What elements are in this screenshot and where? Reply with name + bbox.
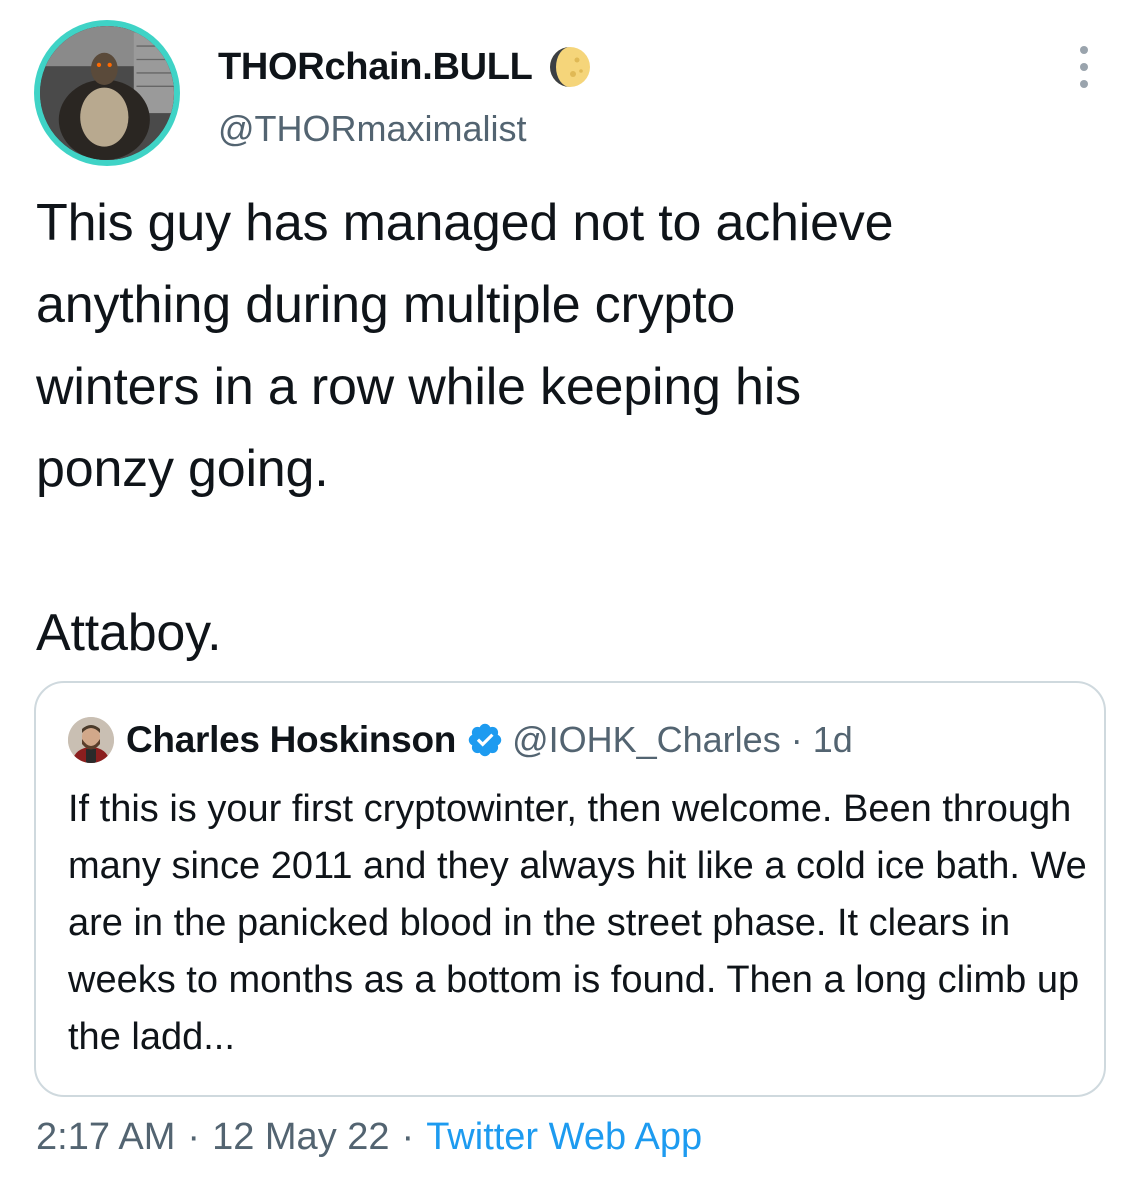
- quoted-author-handle: @IOHK_Charles: [512, 719, 781, 760]
- quoted-tweet-card[interactable]: Charles Hoskinson @IOHK_Charles · 1d If …: [34, 681, 1106, 1097]
- author-name-row: THORchain.BULL: [218, 44, 593, 90]
- author-avatar[interactable]: [34, 20, 180, 166]
- quoted-author-avatar: [68, 717, 114, 763]
- author-display-name[interactable]: THORchain.BULL: [218, 46, 533, 89]
- tweet-text: This guy has managed not to achieve anyt…: [36, 194, 894, 662]
- crescent-moon-icon: [547, 44, 593, 90]
- quoted-tweet-header: Charles Hoskinson @IOHK_Charles · 1d: [68, 717, 853, 763]
- avatar-image: [40, 26, 174, 160]
- tweet-metadata: 2:17 AM · 12 May 22 · Twitter Web App: [36, 1116, 702, 1159]
- quoted-timestamp: 1d: [812, 719, 853, 760]
- quoted-separator: ·: [790, 719, 803, 760]
- meta-separator-2: ·: [401, 1116, 415, 1158]
- meta-separator: ·: [187, 1116, 201, 1158]
- quoted-tweet-text: If this is your first cryptowinter, then…: [68, 788, 1087, 1058]
- tweet-date[interactable]: 12 May 22: [212, 1116, 389, 1159]
- tweet-source-link[interactable]: Twitter Web App: [426, 1116, 702, 1159]
- verified-badge-icon: [466, 721, 504, 759]
- tweet-time[interactable]: 2:17 AM: [36, 1116, 175, 1159]
- author-handle[interactable]: @THORmaximalist: [218, 108, 527, 150]
- more-options-icon[interactable]: [1072, 46, 1096, 88]
- tweet-detail: THORchain.BULL @THORmaximalist This guy …: [0, 0, 1141, 1200]
- quoted-author-name: Charles Hoskinson: [126, 719, 457, 760]
